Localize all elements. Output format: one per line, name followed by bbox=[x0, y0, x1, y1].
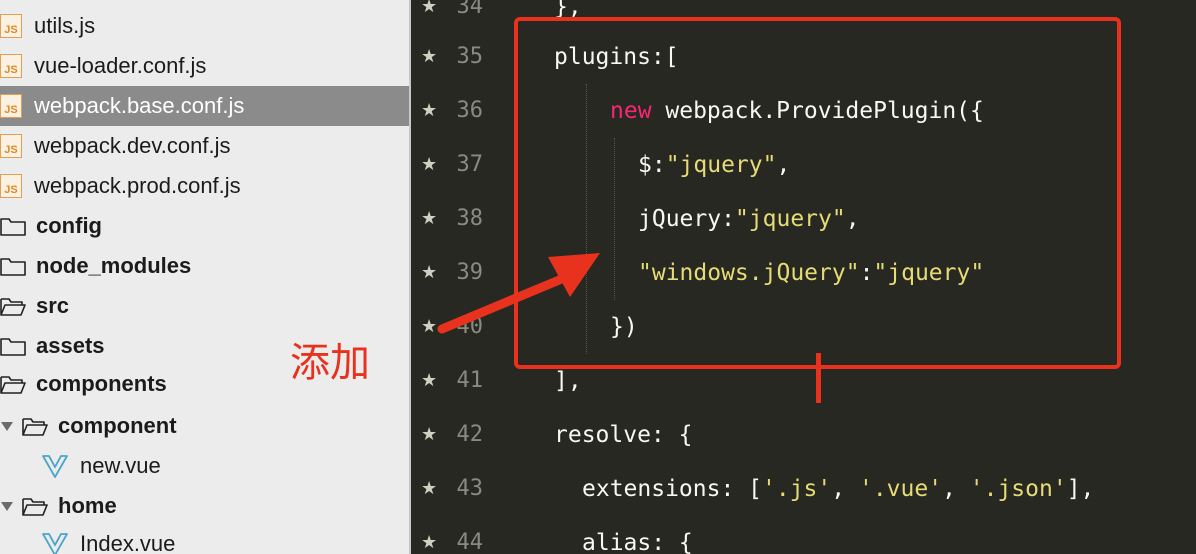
sidebar-item[interactable]: Index.vue bbox=[0, 524, 409, 554]
disclosure-triangle-icon[interactable] bbox=[0, 499, 14, 513]
folder-icon bbox=[0, 338, 26, 356]
bookmark-star-icon[interactable]: ★ bbox=[421, 354, 437, 408]
annotation-arrow-icon bbox=[437, 253, 600, 334]
line-number: 42 bbox=[456, 422, 484, 447]
sidebar-item[interactable]: component bbox=[0, 406, 409, 446]
sidebar-item-label: Index.vue bbox=[80, 531, 176, 554]
code-token: resolve: { bbox=[554, 422, 693, 448]
code-line[interactable]: ★ 42 resolve: { bbox=[411, 408, 1196, 462]
line-number: 41 bbox=[456, 368, 484, 393]
vue-file-icon bbox=[42, 455, 68, 478]
line-number: 36 bbox=[456, 98, 484, 123]
code-text[interactable]: alias: { bbox=[582, 516, 693, 554]
folder-open-icon bbox=[0, 376, 26, 394]
code-line[interactable]: ★ 43 extensions: ['.js', '.vue', '.json'], bbox=[411, 462, 1196, 516]
sidebar-item[interactable]: home bbox=[0, 486, 409, 526]
line-number: 37 bbox=[456, 152, 484, 177]
js-file-icon: JS bbox=[0, 14, 22, 38]
sidebar-item-label: webpack.base.conf.js bbox=[34, 93, 245, 118]
sidebar-item[interactable]: JS webpack.base.conf.js bbox=[0, 86, 409, 126]
sidebar-item[interactable]: src bbox=[0, 286, 409, 326]
js-file-icon: JS bbox=[0, 54, 22, 78]
sidebar-item[interactable]: JS webpack.prod.conf.js bbox=[0, 166, 409, 206]
sidebar-item-label: utils.js bbox=[34, 13, 96, 38]
bookmark-star-icon[interactable]: ★ bbox=[421, 30, 437, 84]
folder-icon bbox=[0, 218, 26, 236]
sidebar-item[interactable]: config bbox=[0, 206, 409, 246]
bookmark-star-icon[interactable]: ★ bbox=[421, 84, 437, 138]
js-file-icon: JS bbox=[0, 174, 22, 198]
sidebar-item-label: assets bbox=[36, 333, 105, 358]
code-text[interactable]: resolve: { bbox=[554, 408, 692, 462]
code-token: extensions: [ bbox=[582, 476, 763, 502]
js-file-icon: JS bbox=[0, 134, 22, 158]
code-string: '.vue' bbox=[858, 476, 943, 502]
sidebar-item-label: new.vue bbox=[80, 453, 161, 478]
bookmark-star-icon[interactable]: ★ bbox=[421, 462, 437, 516]
folder-open-icon bbox=[0, 298, 26, 316]
code-token: , bbox=[942, 476, 970, 502]
sidebar-item-label: node_modules bbox=[36, 253, 192, 278]
sidebar-item[interactable]: JS webpack.dev.conf.js bbox=[0, 126, 409, 166]
bookmark-star-icon[interactable]: ★ bbox=[421, 138, 437, 192]
disclosure-triangle-icon[interactable] bbox=[0, 419, 14, 433]
js-file-icon: JS bbox=[0, 94, 22, 118]
bookmark-star-icon[interactable]: ★ bbox=[421, 0, 437, 34]
sidebar-item-label: components bbox=[36, 371, 167, 396]
folder-open-icon bbox=[22, 498, 48, 516]
sidebar-item-label: webpack.dev.conf.js bbox=[34, 133, 231, 158]
code-line[interactable]: ★ 44 alias: { bbox=[411, 516, 1196, 554]
vue-file-icon bbox=[42, 533, 68, 554]
code-token: alias: { bbox=[582, 530, 693, 554]
line-number: 35 bbox=[456, 44, 484, 69]
file-tree-sidebar: JS utils.js JS vue-loader.conf.js JS webpack.… bbox=[0, 0, 411, 554]
sidebar-item-label: webpack.prod.conf.js bbox=[34, 173, 241, 198]
code-token: , bbox=[831, 476, 859, 502]
line-number: 44 bbox=[456, 530, 484, 554]
sidebar-item-label: config bbox=[36, 213, 102, 238]
line-number: 43 bbox=[456, 476, 484, 501]
code-token: ], bbox=[1066, 476, 1095, 502]
sidebar-item[interactable]: JS vue-loader.conf.js bbox=[0, 46, 409, 86]
bookmark-star-icon[interactable]: ★ bbox=[421, 516, 437, 554]
bookmark-star-icon[interactable]: ★ bbox=[421, 408, 437, 462]
sidebar-item[interactable]: node_modules bbox=[0, 246, 409, 286]
sidebar-item-label: home bbox=[58, 493, 117, 518]
annotation-label: 添加 bbox=[290, 341, 370, 385]
line-number: 34 bbox=[456, 0, 484, 19]
sidebar-item-label: component bbox=[58, 413, 177, 438]
code-text[interactable]: extensions: ['.js', '.vue', '.json'], bbox=[582, 462, 1094, 516]
code-string: '.json' bbox=[969, 476, 1067, 502]
sidebar-item[interactable]: new.vue bbox=[0, 446, 409, 486]
sidebar-item-label: src bbox=[36, 293, 70, 318]
code-token: ], bbox=[554, 368, 582, 394]
folder-open-icon bbox=[22, 418, 48, 436]
code-string: '.js' bbox=[762, 476, 832, 502]
annotation-box-tick bbox=[816, 353, 821, 403]
sidebar-item-label: vue-loader.conf.js bbox=[34, 53, 207, 78]
sidebar-item[interactable]: JS utils.js bbox=[0, 6, 409, 46]
folder-icon bbox=[0, 258, 26, 276]
